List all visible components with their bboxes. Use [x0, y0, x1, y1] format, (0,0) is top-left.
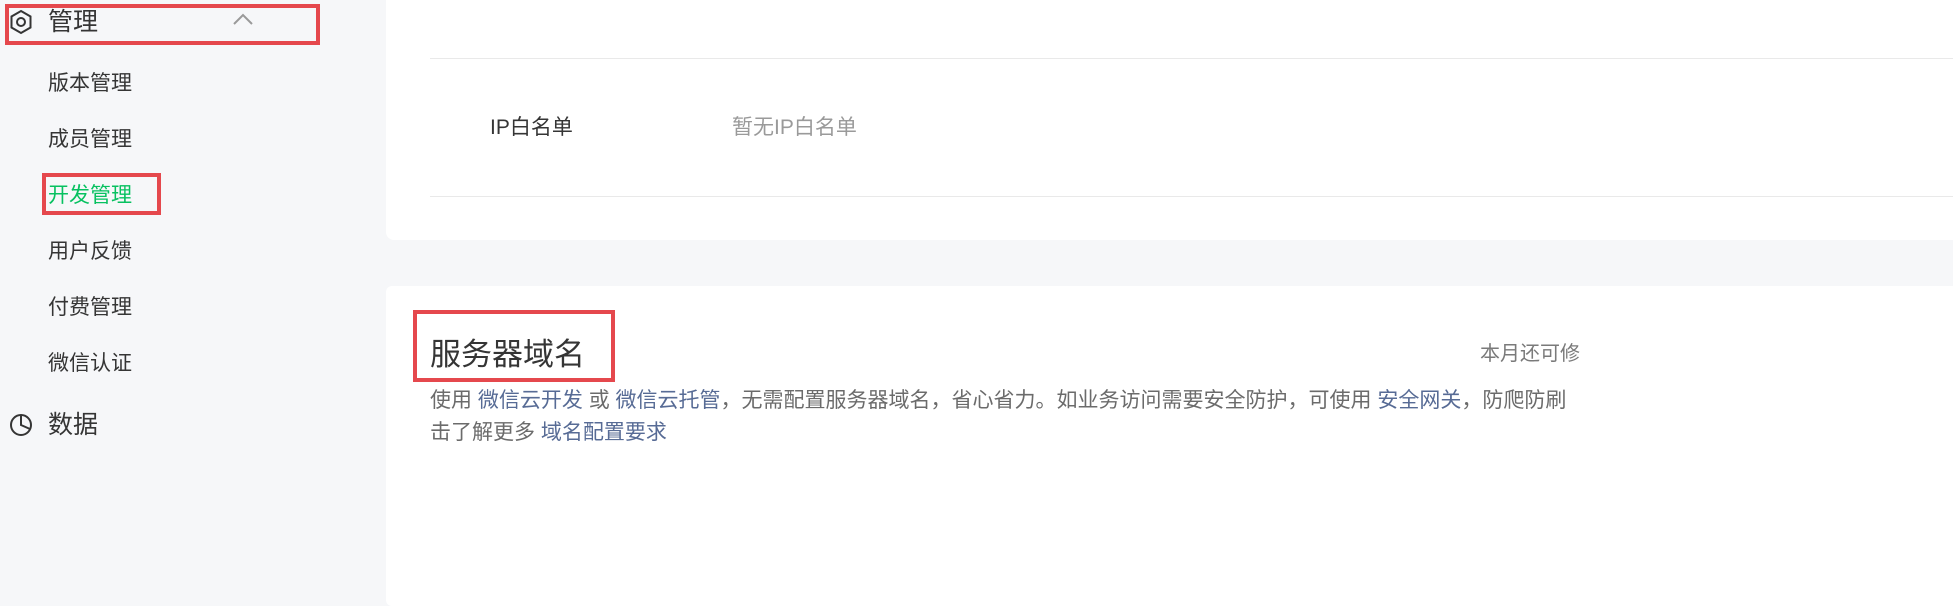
sidebar-item-version-management[interactable]: 版本管理 — [48, 70, 132, 98]
desc-text: 或 — [588, 389, 610, 412]
nav-section-data[interactable]: 数据 — [0, 403, 384, 447]
desc-text: ，防爬防刷 — [1461, 389, 1567, 412]
wechat-cloud-hosting-link[interactable]: 微信云托管 — [616, 389, 721, 412]
nav-section-manage[interactable]: 管理 — [0, 0, 384, 44]
server-domain-description-line2: 击了解更多 域名配置要求 — [430, 418, 667, 448]
sidebar-item-user-feedback[interactable]: 用户反馈 — [48, 238, 132, 266]
chevron-up-icon[interactable] — [232, 12, 254, 26]
sidebar-item-member-management[interactable]: 成员管理 — [48, 126, 132, 154]
ip-whitelist-value: 暂无IP白名单 — [732, 116, 857, 139]
pie-chart-icon — [8, 412, 34, 438]
desc-text: ，无需配置服务器域名，省心省力。如业务访问需要安全防护，可使用 — [720, 389, 1372, 412]
sidebar: 管理 版本管理 成员管理 开发管理 用户反馈 付费管理 微信认证 数据 — [0, 0, 384, 582]
server-domain-description: 使用 微信云开发 或 微信云托管，无需配置服务器域名，省心省力。如业务访问需要安… — [430, 386, 1566, 416]
domain-config-requirements-link[interactable]: 域名配置要求 — [541, 421, 667, 444]
server-domain-title: 服务器域名 — [430, 337, 585, 372]
desc-text: 使用 — [430, 389, 472, 412]
security-gateway-link[interactable]: 安全网关 — [1377, 389, 1461, 412]
nav-section-data-label: 数据 — [48, 410, 99, 439]
modification-quota-text: 本月还可修 — [1480, 343, 1580, 365]
row-divider — [430, 196, 1953, 197]
settings-hexagon-icon — [8, 9, 34, 35]
row-divider — [430, 58, 1953, 59]
ip-whitelist-label: IP白名单 — [490, 116, 573, 139]
sidebar-item-payment-management[interactable]: 付费管理 — [48, 294, 132, 322]
sidebar-item-wechat-verification[interactable]: 微信认证 — [48, 350, 132, 378]
wechat-cloud-dev-link[interactable]: 微信云开发 — [478, 389, 583, 412]
sidebar-item-development-management[interactable]: 开发管理 — [48, 182, 132, 210]
desc-text: 击了解更多 — [430, 421, 535, 444]
settings-card — [386, 0, 1953, 240]
nav-section-manage-label: 管理 — [48, 7, 99, 36]
